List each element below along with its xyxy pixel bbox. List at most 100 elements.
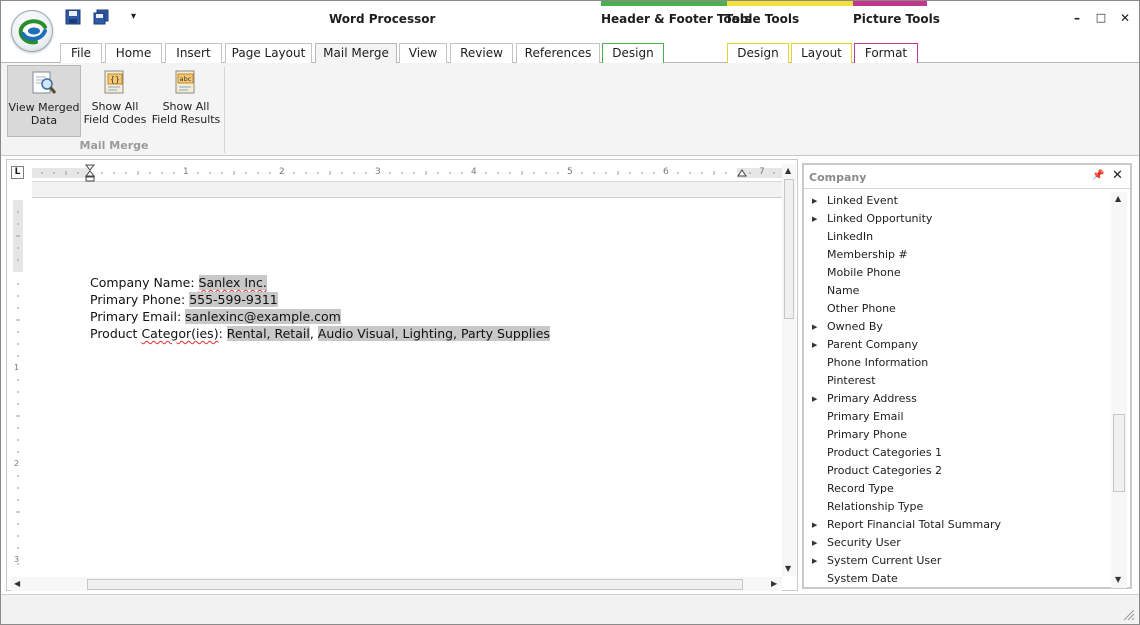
tab-references[interactable]: References <box>516 43 600 63</box>
document-vertical-scroll-thumb[interactable] <box>784 179 794 319</box>
primary-email-label: Primary Email: <box>90 309 186 324</box>
scroll-down-icon[interactable]: ▼ <box>785 564 791 574</box>
field-item-system-date[interactable]: System Date <box>804 570 1110 588</box>
panel-close-icon[interactable]: ✕ <box>1112 168 1123 183</box>
ribbon-tab-row: File Home Insert Page Layout Mail Merge … <box>1 41 1139 64</box>
field-item-relationship-type[interactable]: Relationship Type <box>804 498 1110 516</box>
document-horizontal-scrollbar[interactable]: ◀ ▶ <box>11 577 782 591</box>
field-item-system-current-user[interactable]: ▶ System Current User <box>804 552 1110 570</box>
primary-email-field[interactable]: sanlexinc@example.com <box>185 309 341 324</box>
tab-table-layout[interactable]: Layout <box>791 43 852 63</box>
tab-page-layout[interactable]: Page Layout <box>225 43 312 63</box>
field-label: Record Type <box>827 482 894 495</box>
field-item-owned-by[interactable]: ▶ Owned By <box>804 318 1110 336</box>
picture-tools-label: Picture Tools <box>853 12 940 26</box>
primary-phone-line[interactable]: Primary Phone: 555-599-9311 <box>90 292 278 307</box>
application-menu-button[interactable] <box>11 10 53 52</box>
maximize-button[interactable]: □ <box>1091 9 1111 27</box>
field-item-parent-company[interactable]: ▶ Parent Company <box>804 336 1110 354</box>
tab-header-footer-design[interactable]: Design <box>602 43 664 63</box>
table-tools-label: Table Tools <box>725 12 800 26</box>
vertical-ruler-number: 1 <box>14 363 20 372</box>
tab-insert[interactable]: Insert <box>165 43 222 63</box>
header-footer-tools-strip <box>601 1 727 6</box>
field-label: Linked Opportunity <box>827 212 933 225</box>
product-categories-line[interactable]: Product Categor(ies): Rental, Retail, Au… <box>90 326 550 341</box>
save-all-icon[interactable] <box>93 9 111 27</box>
resize-grip-icon[interactable] <box>1121 607 1135 621</box>
tab-review[interactable]: Review <box>450 43 513 63</box>
field-item-pinterest[interactable]: Pinterest <box>804 372 1110 390</box>
show-all-field-codes-button[interactable]: {} Show All Field Codes <box>83 65 147 137</box>
panel-vertical-scrollbar[interactable]: ▲ ▼ <box>1111 192 1127 588</box>
expand-arrow-icon[interactable]: ▶ <box>812 516 817 534</box>
scroll-up-icon[interactable]: ▲ <box>1115 194 1121 204</box>
close-button[interactable]: ✕ <box>1115 9 1135 27</box>
product-categories-separator: , <box>309 326 318 341</box>
view-merged-data-button[interactable]: View Merged Data <box>7 65 81 137</box>
tab-mail-merge[interactable]: Mail Merge <box>315 43 397 64</box>
svg-text:abc: abc <box>180 75 192 83</box>
field-item-mobile-phone[interactable]: Mobile Phone <box>804 264 1110 282</box>
vertical-ruler[interactable]: 1 2 3 <box>11 200 25 576</box>
field-item-membership[interactable]: Membership # <box>804 246 1110 264</box>
field-item-product-categories-1[interactable]: Product Categories 1 <box>804 444 1110 462</box>
field-item-security-user[interactable]: ▶ Security User <box>804 534 1110 552</box>
expand-arrow-icon[interactable]: ▶ <box>812 552 817 570</box>
view-merged-data-label-line1: View Merged <box>8 101 80 114</box>
ruler-number: 2 <box>279 167 285 177</box>
expand-arrow-icon[interactable]: ▶ <box>812 390 817 408</box>
tab-view[interactable]: View <box>399 43 447 63</box>
vertical-ruler-number: 2 <box>14 459 20 468</box>
tab-table-design[interactable]: Design <box>727 43 789 63</box>
company-name-field[interactable]: Sanlex Inc. <box>198 275 267 290</box>
field-item-primary-address[interactable]: ▶ Primary Address <box>804 390 1110 408</box>
product-categories-1-field[interactable]: Rental, Retail <box>226 326 310 341</box>
company-name-line[interactable]: Company Name: Sanlex Inc. <box>90 275 267 290</box>
field-label: Mobile Phone <box>827 266 901 279</box>
field-item-linked-event[interactable]: ▶ Linked Event <box>804 192 1110 210</box>
document-editor[interactable]: L 1 2 3 4 5 6 7 1 2 3 Company Name: Sanl… <box>6 159 798 591</box>
field-item-report-financial-total-summary[interactable]: ▶ Report Financial Total Summary <box>804 516 1110 534</box>
field-item-linkedin[interactable]: LinkedIn <box>804 228 1110 246</box>
show-all-field-results-button[interactable]: abc Show All Field Results <box>151 65 221 137</box>
expand-arrow-icon[interactable]: ▶ <box>812 336 817 354</box>
field-item-primary-phone[interactable]: Primary Phone <box>804 426 1110 444</box>
scroll-left-icon[interactable]: ◀ <box>14 579 20 589</box>
document-horizontal-scroll-thumb[interactable] <box>87 579 743 590</box>
tab-picture-format[interactable]: Format <box>854 43 918 63</box>
tab-stop-selector[interactable]: L <box>11 166 24 179</box>
field-item-name[interactable]: Name <box>804 282 1110 300</box>
primary-email-line[interactable]: Primary Email: sanlexinc@example.com <box>90 309 341 324</box>
panel-title: Company <box>809 171 867 184</box>
scroll-up-icon[interactable]: ▲ <box>785 166 791 176</box>
minimize-button[interactable]: – <box>1067 9 1087 27</box>
field-item-product-categories-2[interactable]: Product Categories 2 <box>804 462 1110 480</box>
panel-vertical-scroll-thumb[interactable] <box>1113 414 1125 492</box>
field-item-phone-information[interactable]: Phone Information <box>804 354 1110 372</box>
pin-icon[interactable]: 📌 <box>1092 170 1104 181</box>
customize-quick-access-icon[interactable]: ▾ <box>131 11 149 29</box>
field-item-linked-opportunity[interactable]: ▶ Linked Opportunity <box>804 210 1110 228</box>
scroll-right-icon[interactable]: ▶ <box>771 579 777 589</box>
tab-file[interactable]: File <box>60 43 102 63</box>
svg-text:{}: {} <box>110 75 120 84</box>
save-icon[interactable] <box>65 9 83 27</box>
product-categories-2-field[interactable]: Audio Visual, Lighting, Party Supplies <box>317 326 550 341</box>
document-page[interactable]: Company Name: Sanlex Inc. Primary Phone:… <box>32 199 782 577</box>
document-vertical-scrollbar[interactable]: ▲ ▼ <box>782 164 796 576</box>
expand-arrow-icon[interactable]: ▶ <box>812 318 817 336</box>
field-item-primary-email[interactable]: Primary Email <box>804 408 1110 426</box>
expand-arrow-icon[interactable]: ▶ <box>812 192 817 210</box>
expand-arrow-icon[interactable]: ▶ <box>812 210 817 228</box>
primary-phone-field[interactable]: 555-599-9311 <box>189 292 278 307</box>
horizontal-ruler[interactable]: 1 2 3 4 5 6 7 <box>32 164 782 182</box>
scroll-down-icon[interactable]: ▼ <box>1115 575 1121 585</box>
field-item-other-phone[interactable]: Other Phone <box>804 300 1110 318</box>
field-results-icon: abc <box>172 69 200 97</box>
expand-arrow-icon[interactable]: ▶ <box>812 534 817 552</box>
tab-home[interactable]: Home <box>105 43 162 63</box>
field-item-record-type[interactable]: Record Type <box>804 480 1110 498</box>
field-label: Phone Information <box>827 356 929 369</box>
page-top-gap <box>32 182 782 198</box>
